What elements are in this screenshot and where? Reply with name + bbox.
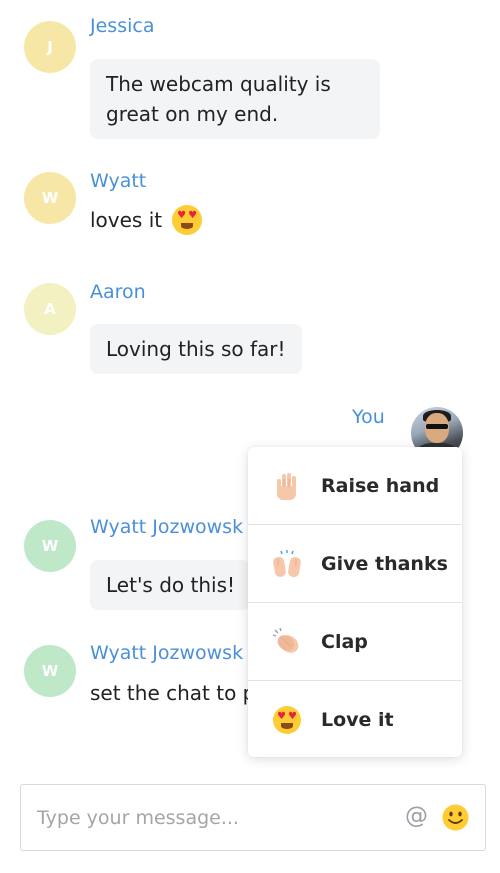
avatar[interactable]: J [24,21,76,73]
smile-icon[interactable] [442,804,469,835]
menu-item-label: Raise hand [321,474,440,497]
menu-item-label: Give thanks [321,552,448,575]
sender-name[interactable]: Jessica [90,15,154,37]
reaction-menu: Raise hand Give thanks Clap ♥ ♥ Love it [248,447,462,757]
raised-hand-icon [272,471,302,501]
message-bubble: Let's do this! [90,560,252,610]
menu-item-label: Clap [321,630,368,653]
at-icon[interactable]: @ [405,803,428,829]
love-it-option[interactable]: ♥ ♥ Love it [248,681,462,758]
message-bubble: The webcam quality is great on my end. [90,59,380,139]
avatar-initial: J [47,38,53,56]
sender-name[interactable]: Wyatt Jozwowsk [90,516,243,538]
heart-eyes-icon: ♥ ♥ [172,205,203,235]
message-composer: @ [20,784,486,851]
avatar-initial: W [41,537,59,555]
reaction-text: loves it ♥ ♥ [90,205,203,235]
avatar[interactable]: W [24,520,76,572]
avatar-initial: A [44,300,56,318]
self-name[interactable]: You [352,406,385,428]
menu-item-label: Love it [321,708,394,731]
avatar-initial: W [41,189,59,207]
give-thanks-option[interactable]: Give thanks [248,525,462,602]
avatar-initial: W [41,662,59,680]
heart-eyes-icon: ♥ ♥ [272,705,302,735]
message-input[interactable] [37,803,407,833]
clapping-hands-icon [272,627,302,657]
message-bubble: Loving this so far! [90,324,302,374]
raise-hand-option[interactable]: Raise hand [248,447,462,524]
sender-name[interactable]: Wyatt Jozwowsk [90,642,243,664]
message-text: set the chat to pr [90,681,264,705]
avatar[interactable]: W [24,172,76,224]
avatar[interactable]: W [24,645,76,697]
reaction-label: loves it [90,208,163,232]
sender-name[interactable]: Wyatt [90,170,146,192]
raising-hands-icon [272,549,302,579]
sender-name[interactable]: Aaron [90,281,146,303]
clap-option[interactable]: Clap [248,603,462,680]
avatar[interactable]: A [24,283,76,335]
